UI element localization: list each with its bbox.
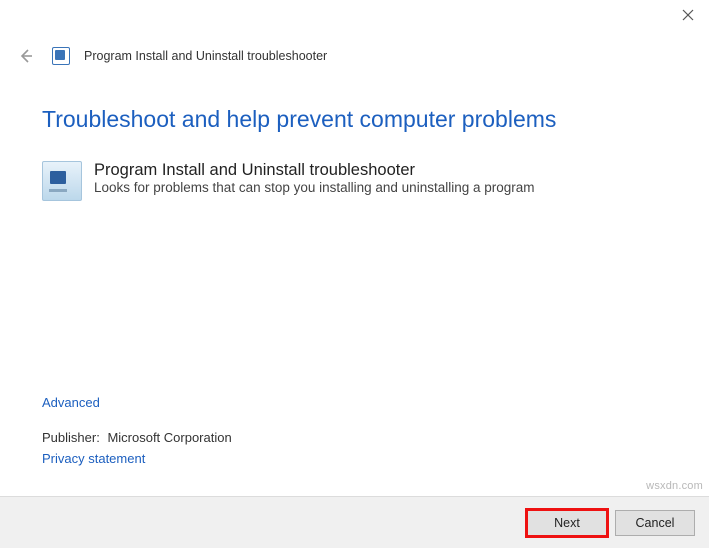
close-icon[interactable] [681,9,695,23]
next-button[interactable]: Next [527,510,607,536]
page-title: Troubleshoot and help prevent computer p… [42,106,667,133]
app-icon [52,47,70,65]
troubleshooter-description: Looks for problems that can stop you ins… [94,180,535,195]
watermark: wsxdn.com [646,480,703,492]
publisher-value: Microsoft Corporation [107,430,231,445]
publisher-row: Publisher: Microsoft Corporation [42,430,232,445]
troubleshooter-item: Program Install and Uninstall troublesho… [42,161,667,201]
footer-info: Advanced Publisher: Microsoft Corporatio… [42,395,232,468]
window-title: Program Install and Uninstall troublesho… [84,49,327,63]
back-icon[interactable] [14,44,38,68]
troubleshooter-icon [42,161,82,201]
cancel-button[interactable]: Cancel [615,510,695,536]
publisher-label: Publisher: [42,430,100,445]
troubleshooter-title: Program Install and Uninstall troublesho… [94,161,535,180]
header-row: Program Install and Uninstall troublesho… [0,32,709,80]
privacy-link[interactable]: Privacy statement [42,451,145,466]
advanced-link[interactable]: Advanced [42,395,232,410]
button-row: Next Cancel [0,496,709,548]
titlebar [0,0,709,32]
troubleshooter-text: Program Install and Uninstall troublesho… [94,161,535,201]
content-area: Troubleshoot and help prevent computer p… [0,80,709,201]
